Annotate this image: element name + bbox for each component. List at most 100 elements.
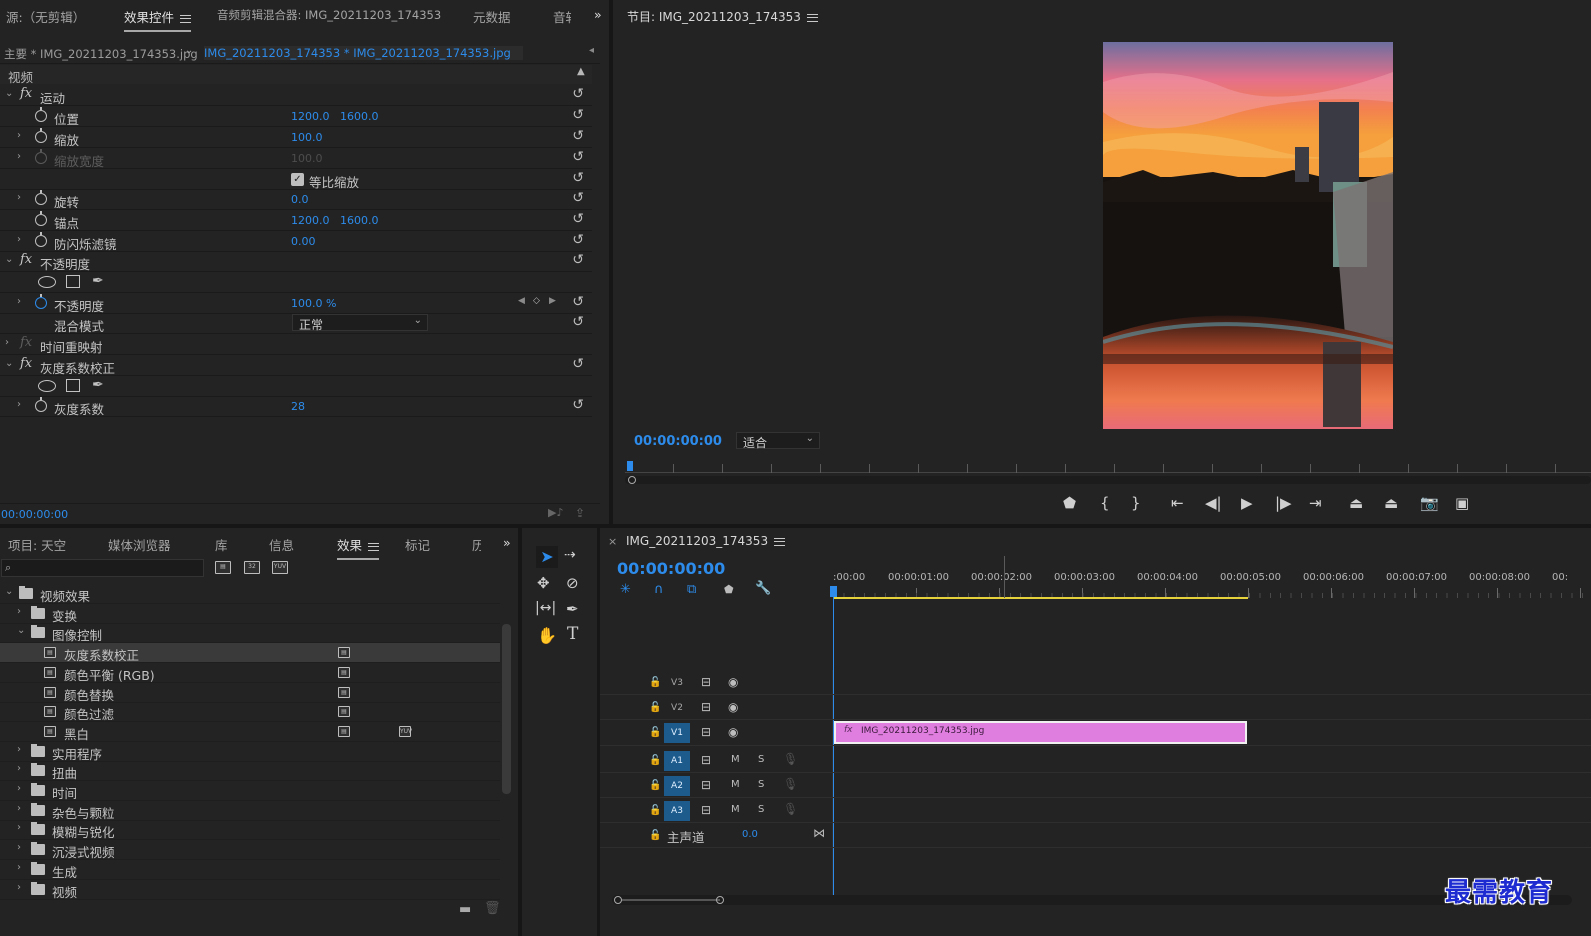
reset-icon[interactable]: ↺ — [572, 170, 584, 186]
32bit-effects-icon[interactable]: 32 — [244, 561, 260, 574]
nest-toggle-icon[interactable]: ✳ — [620, 582, 631, 597]
tab-markers[interactable]: 标记 — [405, 535, 430, 554]
lock-icon[interactable]: 🔓 — [649, 805, 661, 816]
export-frame-icon[interactable]: 📷 — [1420, 494, 1439, 512]
slip-tool-icon[interactable]: |↔| — [535, 600, 556, 616]
microphone-icon[interactable]: 🎙 — [783, 802, 798, 816]
timeline-timecode[interactable]: 00:00:00:00 — [617, 559, 725, 578]
mute-button[interactable]: M — [731, 754, 740, 765]
zoom-thumb[interactable] — [622, 899, 720, 901]
extract-icon[interactable]: ⏏ — [1384, 494, 1398, 512]
sync-lock-icon[interactable]: ⊟ — [701, 778, 711, 792]
tab-source[interactable]: 源:（无剪辑） — [6, 7, 85, 26]
uniform-scale-checkbox[interactable]: ✓ — [291, 173, 304, 186]
chevron-right-icon[interactable]: › — [17, 192, 21, 203]
mark-out-icon[interactable]: } — [1131, 494, 1141, 512]
solo-button[interactable]: S — [758, 779, 764, 790]
tree-item[interactable]: › 时间 — [0, 781, 500, 801]
panel-menu-icon[interactable] — [368, 542, 380, 551]
master-clip-label[interactable]: 主要 * IMG_20211203_174353.jpg — [4, 46, 198, 62]
chevron-down-icon[interactable]: ⌄ — [5, 586, 13, 597]
reset-icon[interactable]: ↺ — [572, 397, 584, 413]
track-v1-label[interactable]: V1 — [664, 723, 690, 743]
tab-audio-track[interactable]: 音轨 — [553, 7, 571, 26]
chevron-right-icon[interactable]: › — [17, 803, 21, 814]
tree-item[interactable]: › 模糊与锐化 — [0, 820, 500, 841]
microphone-icon[interactable]: 🎙 — [783, 752, 798, 766]
tree-item[interactable]: ⌄ 视频效果 — [0, 584, 500, 604]
tree-item[interactable]: ⌄ 图像控制 — [0, 623, 500, 644]
tree-item[interactable]: › 变换 — [0, 604, 500, 624]
tab-history[interactable]: 历 — [472, 535, 481, 554]
add-marker-icon[interactable]: ⬟ — [724, 583, 734, 596]
chevron-right-icon[interactable]: › — [17, 763, 21, 774]
program-time-ruler[interactable] — [625, 458, 1591, 486]
effect-gamma[interactable]: ⌄ fx 灰度系数校正 ↺ — [0, 355, 592, 376]
chevron-right-icon[interactable]: › — [17, 783, 21, 794]
lock-icon[interactable]: 🔓 — [649, 830, 661, 841]
chevron-down-icon[interactable]: ⌄ — [17, 625, 25, 636]
hand-tool-icon[interactable]: ✋ — [537, 626, 557, 645]
fx-icon[interactable]: fx — [20, 356, 32, 371]
delete-icon[interactable]: 🗑 — [484, 901, 501, 916]
eye-icon[interactable]: ◉ — [728, 725, 738, 739]
tab-libraries[interactable]: 库 — [215, 535, 228, 554]
stopwatch-icon[interactable] — [35, 397, 47, 412]
program-video-frame[interactable] — [1103, 42, 1393, 429]
reset-icon[interactable]: ↺ — [572, 190, 584, 206]
microphone-icon[interactable]: 🎙 — [783, 777, 798, 791]
wrench-icon[interactable]: 🔧 — [755, 581, 771, 596]
reset-icon[interactable]: ↺ — [572, 86, 584, 102]
gamma-value[interactable]: 28 — [291, 400, 305, 413]
track-select-tool-icon[interactable]: ⇢ — [564, 547, 576, 563]
sync-lock-icon[interactable]: ⊟ — [701, 725, 711, 739]
close-icon[interactable]: × — [608, 535, 617, 548]
master-volume-value[interactable]: 0.0 — [742, 829, 758, 840]
zoom-handle-left[interactable] — [628, 476, 636, 484]
linked-selection-icon[interactable]: ⧉ — [687, 582, 696, 597]
new-bin-icon[interactable]: ▬ — [459, 902, 471, 917]
sync-lock-icon[interactable]: ⊟ — [701, 700, 711, 714]
sync-lock-icon[interactable]: ⊟ — [701, 753, 711, 767]
track-a1-label[interactable]: A1 — [664, 751, 690, 771]
timeline-playhead[interactable] — [830, 586, 837, 597]
track-v2-label[interactable]: V2 — [664, 698, 690, 718]
chevron-right-icon[interactable]: › — [17, 399, 21, 410]
tree-item[interactable]: › 生成 — [0, 860, 500, 880]
fx-icon[interactable]: fx — [20, 86, 32, 101]
stopwatch-active-icon[interactable] — [35, 294, 47, 309]
play-icon[interactable]: ▶ — [1241, 494, 1253, 512]
rectangle-mask-icon[interactable] — [66, 275, 80, 288]
lift-icon[interactable]: ⏏ — [1349, 494, 1363, 512]
anchor-x-value[interactable]: 1200.0 — [291, 214, 330, 227]
add-keyframe-icon[interactable]: ◇ — [533, 296, 540, 306]
tab-audio-mixer[interactable]: 音频剪辑混合器: IMG_20211203_174353 — [217, 7, 441, 23]
sync-lock-icon[interactable]: ⊟ — [701, 803, 711, 817]
effect-opacity[interactable]: ⌄ fx 不透明度 ↺ — [0, 251, 592, 272]
panel-menu-icon[interactable] — [806, 13, 818, 22]
reset-icon[interactable]: ↺ — [572, 128, 584, 144]
lock-icon[interactable]: 🔓 — [649, 780, 661, 791]
track-v3-label[interactable]: V3 — [664, 673, 690, 693]
stopwatch-icon[interactable] — [35, 107, 47, 122]
pen-tool-icon[interactable]: ✒ — [566, 600, 579, 618]
blend-mode-select[interactable]: 正常 ⌄ — [292, 314, 428, 332]
reset-icon[interactable]: ↺ — [572, 211, 584, 227]
reset-icon[interactable]: ↺ — [572, 356, 584, 372]
export-icon[interactable]: ⇪ — [575, 506, 585, 520]
next-keyframe-icon[interactable]: ▶ — [549, 296, 556, 306]
chevron-right-icon[interactable]: › — [17, 130, 21, 141]
eye-icon[interactable]: ◉ — [728, 700, 738, 714]
timeline-clip[interactable]: fx IMG_20211203_174353.jpg — [834, 721, 1247, 744]
track-a3-label[interactable]: A3 — [664, 801, 690, 821]
sequence-tab[interactable]: IMG_20211203_174353 — [626, 534, 786, 548]
snap-icon[interactable]: ∩ — [654, 582, 664, 597]
chevron-right-icon[interactable]: › — [17, 862, 21, 873]
add-marker-icon[interactable]: ⬟ — [1063, 494, 1076, 512]
tab-metadata[interactable]: 元数据 — [473, 7, 511, 26]
tree-item[interactable]: › 实用程序 — [0, 742, 500, 762]
ellipse-mask-icon[interactable] — [38, 380, 56, 392]
rotation-value[interactable]: 0.0 — [291, 193, 309, 206]
mute-button[interactable]: M — [731, 779, 740, 790]
flicker-value[interactable]: 0.00 — [291, 235, 316, 248]
